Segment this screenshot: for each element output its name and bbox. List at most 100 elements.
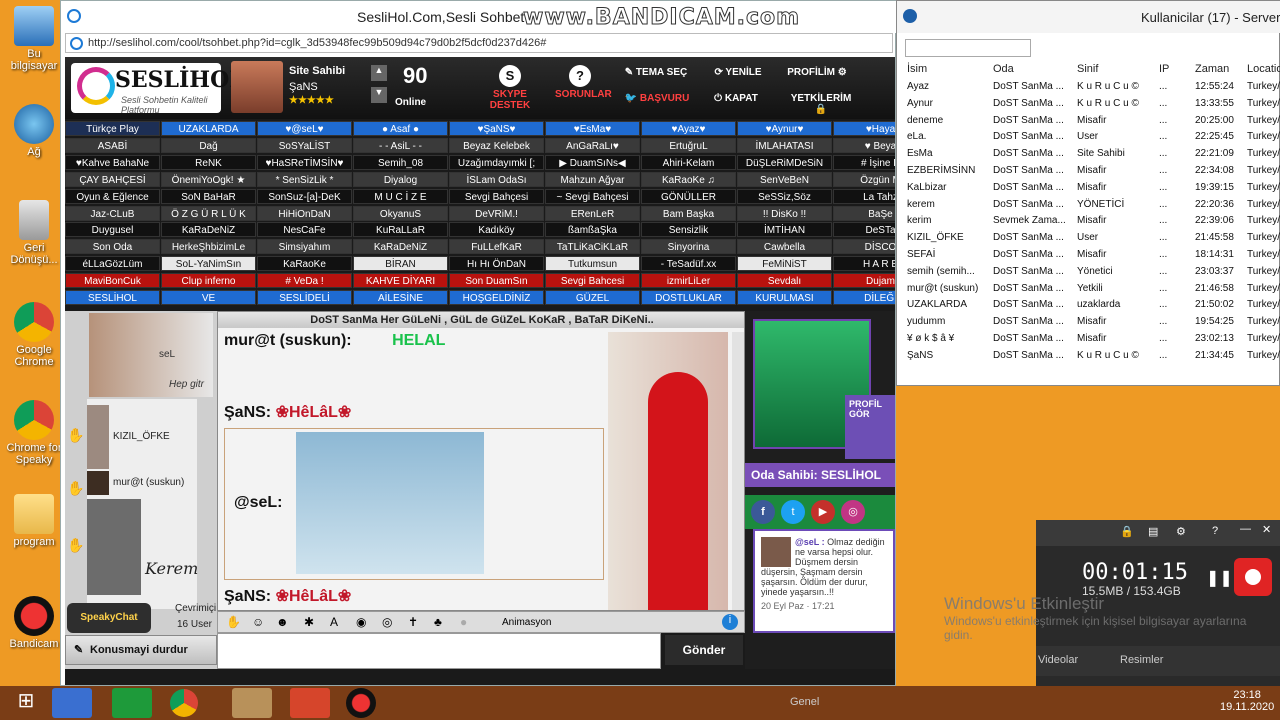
room-button[interactable]: KaRaoKe ♫ <box>641 171 736 187</box>
table-row[interactable]: semih (semih... DoST SanMa ... Yönetici...… <box>905 264 1280 281</box>
scroll-up-button[interactable]: ▲ <box>371 65 387 81</box>
table-row[interactable]: yudumm DoST SanMa ... Misafir... 19:54:25 Tu… <box>905 314 1280 331</box>
minimize-icon[interactable]: — <box>1240 523 1251 535</box>
table-row[interactable]: Ayaz DoST SanMa ... K u R u C u ©... 12:55:… <box>905 79 1280 96</box>
profile-button[interactable]: PROFİLİM ⚙ <box>781 67 853 78</box>
skype-support-button[interactable]: S SKYPE DESTEK <box>475 65 545 111</box>
tab-videos[interactable]: Videolar <box>1038 654 1078 666</box>
refresh-button[interactable]: ⟳ YENİLE <box>713 67 763 78</box>
room-button[interactable]: KAHVE DİYARI <box>353 273 448 289</box>
room-button[interactable]: İSLam OdaSı <box>449 171 544 187</box>
issues-button[interactable]: ? SORUNLAR <box>555 65 612 100</box>
room-button[interactable]: izmirLiLer <box>641 273 736 289</box>
room-button[interactable]: SonSuz-[a]-DeK <box>257 188 352 204</box>
room-button[interactable]: HerkeŞhbizimLe <box>161 239 256 255</box>
room-button[interactable]: - - AsiL - - <box>353 137 448 153</box>
col-header-class[interactable]: Sinif <box>1077 63 1098 75</box>
col-header-room[interactable]: Oda <box>993 63 1014 75</box>
table-row[interactable]: deneme DoST SanMa ... Misafir... 20:25:00 Tu… <box>905 113 1280 130</box>
font-icon[interactable]: A <box>330 615 338 629</box>
animation-label[interactable]: Animasyon <box>502 617 551 628</box>
room-button[interactable]: MaviBonCuk <box>65 273 160 289</box>
eye-icon[interactable]: ◎ <box>382 615 392 629</box>
table-row[interactable]: eLa. DoST SanMa ... User... 22:25:45 Turkey/… <box>905 129 1280 146</box>
user-list-item[interactable]: KIZIL_ÖFKE <box>87 405 197 469</box>
table-row[interactable]: KaLbizar DoST SanMa ... Misafir... 19:39:15… <box>905 180 1280 197</box>
shared-image[interactable] <box>296 432 484 574</box>
taskbar-general[interactable]: Genel <box>790 696 819 708</box>
desktop-icon-this-pc[interactable]: Bu bilgisayar <box>4 6 64 72</box>
lock-icon[interactable]: 🔒 <box>1120 525 1134 538</box>
room-button[interactable]: Sevdalı <box>737 273 832 289</box>
room-button[interactable]: DOSTLUKLAR <box>641 290 736 305</box>
room-button[interactable]: ASABİ <box>65 137 160 153</box>
room-button[interactable]: SoSYaLİST <box>257 137 352 153</box>
table-row[interactable]: kerim Sevmek Zama... Misafir... 22:39:06 Tur… <box>905 213 1280 230</box>
col-header-name[interactable]: İsim <box>907 63 927 75</box>
table-row[interactable]: KIZIL_ÖFKE DoST SanMa ... User... 21:45:58 T… <box>905 230 1280 247</box>
room-button[interactable]: # İşine B <box>833 154 895 170</box>
room-button[interactable]: ♥Ayaz♥ <box>641 121 736 136</box>
room-button[interactable]: ♥Aynur♥ <box>737 121 832 136</box>
room-button[interactable]: VE <box>161 290 256 305</box>
room-button[interactable]: Son Oda <box>65 239 160 255</box>
laugh-icon[interactable]: ☻ <box>276 615 289 629</box>
site-logo[interactable]: SESLİHOL Sesli Sohbetin Kaliteli Platfor… <box>71 63 245 115</box>
room-button[interactable]: ♥HaSReTİMSİN♥ <box>257 154 352 170</box>
room-button[interactable]: KaRaoKe <box>257 256 352 272</box>
room-button[interactable]: UZAKLARDA <box>161 121 256 136</box>
room-button[interactable]: Sinyorina <box>641 239 736 255</box>
table-row[interactable]: UZAKLARDA DoST SanMa ... uzaklarda... 21:50… <box>905 297 1280 314</box>
system-clock[interactable]: 23:18 19.11.2020 <box>1220 689 1274 713</box>
room-button[interactable]: !! DisKo !! <box>737 205 832 221</box>
room-button[interactable]: ÖnemiYoOgk! ★ <box>161 171 256 187</box>
room-button[interactable]: ▶ DuamSıNs◀ <box>545 154 640 170</box>
room-button[interactable]: ♥@seL♥ <box>257 121 352 136</box>
room-button[interactable]: ~ Sevgi Bahçesi <box>545 188 640 204</box>
room-button[interactable]: ÇAY BAHÇESİ <box>65 171 160 187</box>
room-button[interactable]: ErtuğruL <box>641 137 736 153</box>
taskbar-ie[interactable] <box>52 688 92 718</box>
scroll-down-button[interactable]: ▼ <box>371 87 387 103</box>
room-button[interactable]: ERenLeR <box>545 205 640 221</box>
room-button[interactable]: M U C İ Z E <box>353 188 448 204</box>
tab-images[interactable]: Resimler <box>1120 654 1163 666</box>
permissions-button[interactable]: YETKİLERİM 🔒 <box>785 93 857 115</box>
room-button[interactable]: GÜZEL <box>545 290 640 305</box>
room-button[interactable]: Sevgi Bahcesi <box>545 273 640 289</box>
settings-icon[interactable]: ⚙ <box>1176 525 1186 538</box>
help-icon[interactable]: ? <box>1212 525 1218 537</box>
room-button[interactable]: Sevgi Bahçesi <box>449 188 544 204</box>
close-button[interactable]: ⏻ KAPAT <box>711 93 761 104</box>
stop-talking-button[interactable]: ✎ Konusmayi durdur <box>65 635 217 665</box>
room-button[interactable]: BaŞe <box>833 205 895 221</box>
room-button[interactable]: SESLİHOL <box>65 290 160 305</box>
cross-icon[interactable]: ✝ <box>408 615 418 629</box>
room-button[interactable]: ♥Haya <box>833 121 895 136</box>
room-button[interactable]: Son DuamSın <box>449 273 544 289</box>
room-button[interactable]: Oyun & Eğlence <box>65 188 160 204</box>
twitter-icon[interactable]: t <box>781 500 805 524</box>
room-button[interactable]: DİLEĞİ <box>833 290 895 305</box>
table-row[interactable]: ŞaNS DoST SanMa ... K u R u C u ©... 21:34:… <box>905 348 1280 365</box>
folder-icon[interactable]: ▤ <box>1148 525 1158 538</box>
room-button[interactable]: Duygusel <box>65 222 160 238</box>
room-button[interactable]: Kadıköy <box>449 222 544 238</box>
room-button[interactable]: KuRaLLaR <box>353 222 448 238</box>
room-button[interactable]: Ö Z G Ü R L Ü K <box>161 205 256 221</box>
room-button[interactable]: # VeDa ! <box>257 273 352 289</box>
smiley-icon[interactable]: ☺ <box>252 615 264 629</box>
desktop-icon-bandicam[interactable]: Bandicam <box>4 596 64 650</box>
desktop-icon-chrome-speaky[interactable]: Chrome for Speaky <box>4 400 64 466</box>
apply-button[interactable]: 🐦 BAŞVURU <box>621 93 693 104</box>
room-button[interactable]: SESLİDELİ <box>257 290 352 305</box>
room-button[interactable]: Uzağımdayımki [; <box>449 154 544 170</box>
desktop-icon-recycle-bin[interactable]: Geri Dönüşü... <box>4 200 64 266</box>
table-row[interactable]: kerem DoST SanMa ... YÖNETİCİ... 22:20:36 Tu… <box>905 197 1280 214</box>
room-button[interactable]: AnGaRaLı♥ <box>545 137 640 153</box>
room-button[interactable]: H A R E <box>833 256 895 272</box>
desktop-icon-google-chrome[interactable]: Google Chrome <box>4 302 64 368</box>
theme-button[interactable]: ✎ TEMA SEÇ <box>621 67 691 78</box>
table-row[interactable]: ¥ ø k $ â ¥ DoST SanMa ... Misafir... 23:02… <box>905 331 1280 348</box>
instagram-icon[interactable]: ◎ <box>841 500 865 524</box>
